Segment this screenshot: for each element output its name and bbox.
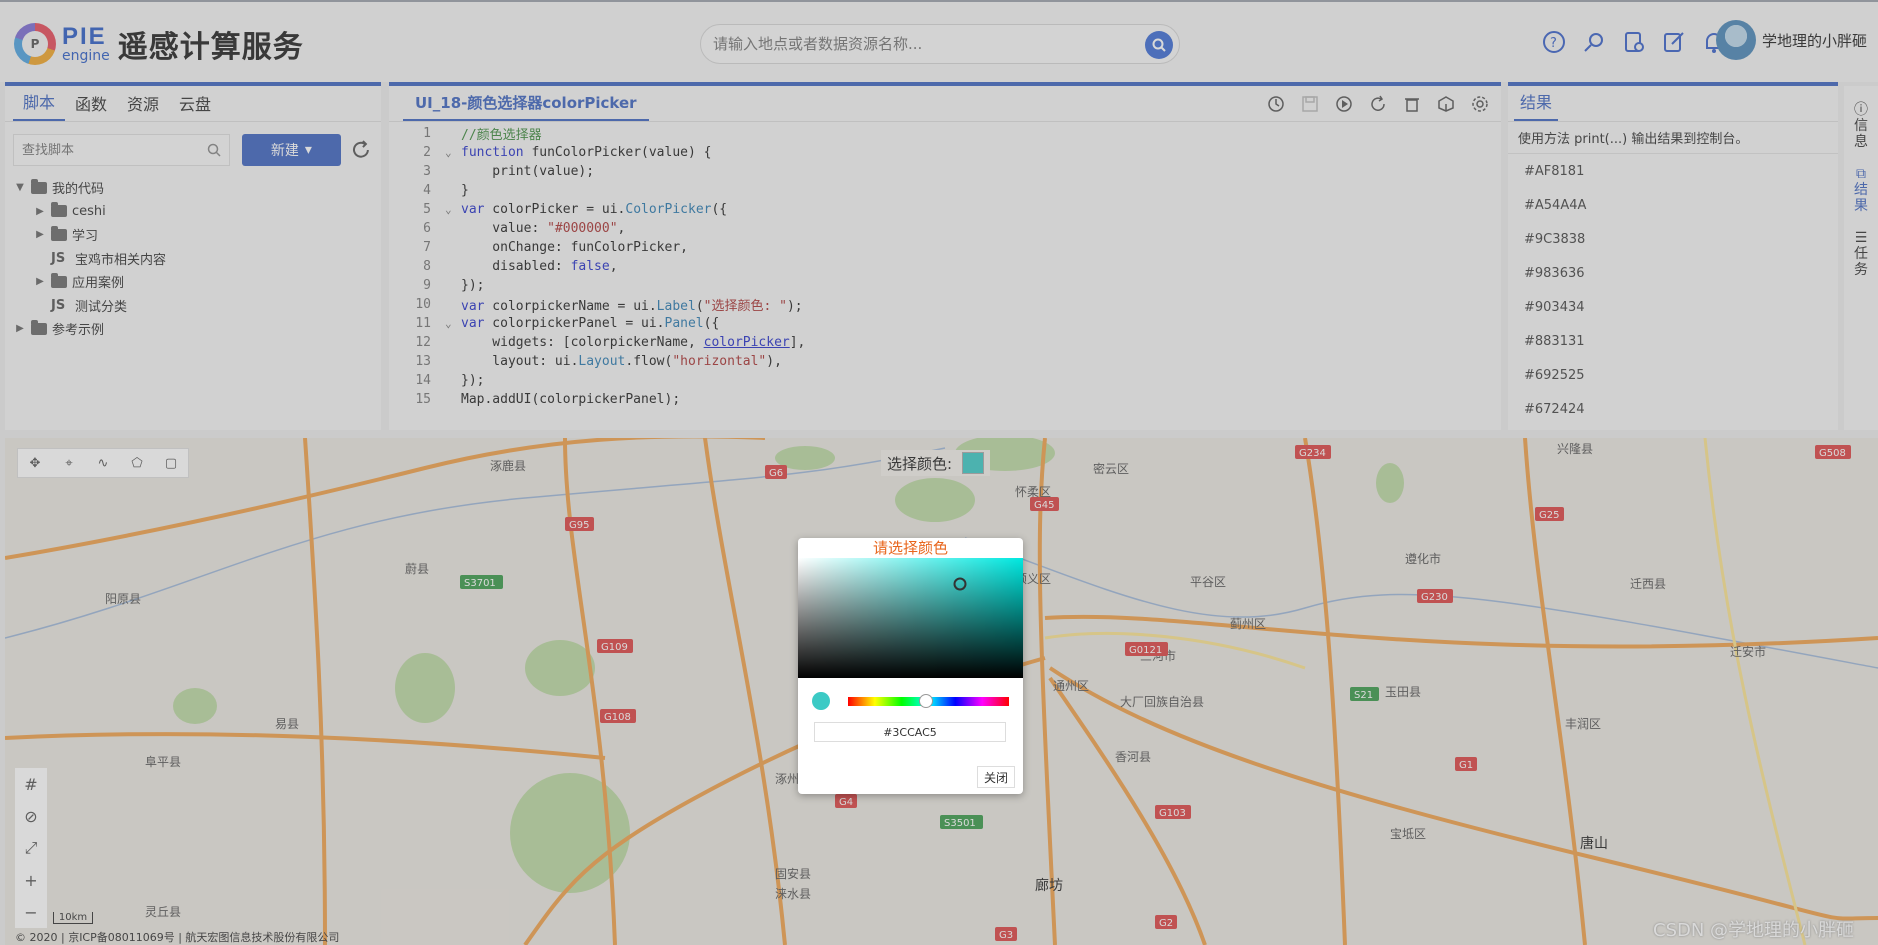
color-picker-dialog: 请选择颜色 关闭 [798,538,1023,794]
hue-row [798,678,1023,710]
saturation-area[interactable] [798,558,1023,678]
hex-input[interactable] [814,722,1006,742]
saturation-handle[interactable] [953,577,967,591]
color-preview [812,692,830,710]
hue-handle[interactable] [918,694,933,708]
modal-overlay[interactable] [0,0,1878,945]
hue-slider[interactable] [847,694,1009,708]
picker-title: 请选择颜色 [872,539,948,557]
app-root: P PIE engine 遥感计算服务 ? 学地理的小胖砸 脚本函数资源云盘 [0,0,1878,945]
close-button[interactable]: 关闭 [976,766,1015,788]
